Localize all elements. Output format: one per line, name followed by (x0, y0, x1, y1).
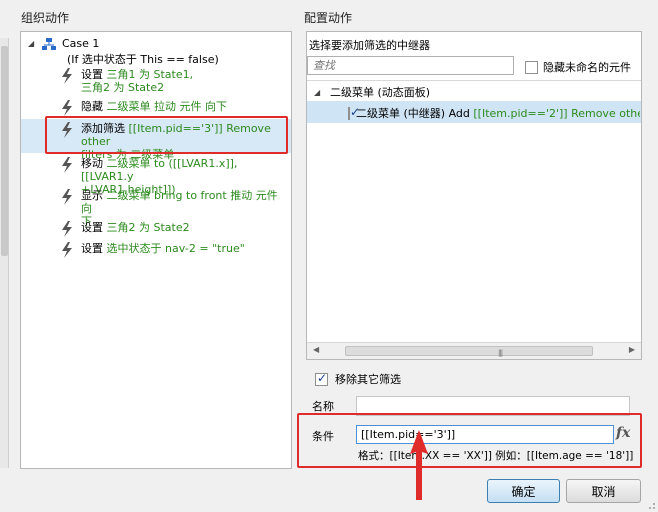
repeater-select-title: 选择要添加筛选的中继器 (309, 39, 430, 52)
tree-child-row[interactable]: 二级菜单 (中继器) Add [[Item.pid=='2']] Remove … (348, 105, 640, 121)
action-verb: 设置 (81, 221, 107, 234)
collapse-arrow-icon[interactable]: ◢ (314, 88, 322, 97)
action-verb: 移动 (81, 157, 107, 170)
resize-grip-icon[interactable] (646, 500, 656, 510)
annotation-arrow (410, 430, 428, 500)
action-detail: 二级菜单 拉动 元件 向下 (106, 100, 228, 113)
action-set-selected[interactable]: 设置 选中状态于 nav-2 = "true" (60, 242, 281, 258)
action-verb: 隐藏 (81, 100, 107, 113)
left-section-title: 组织动作 (21, 11, 70, 25)
tree-child-label: 二级菜单 (中继器) Add (356, 107, 474, 120)
action-hide-menu[interactable]: 隐藏 二级菜单 拉动 元件 向下 (60, 100, 281, 116)
ok-button[interactable]: 确定 (487, 479, 560, 503)
action-detail-2: 三角2 为 State2 (81, 81, 165, 94)
case-label: Case 1 (62, 37, 100, 50)
action-bolt-icon (62, 157, 72, 173)
action-set-triangle2[interactable]: 设置 三角2 为 State2 (60, 221, 281, 237)
name-label: 名称 (312, 400, 334, 413)
action-detail: 选中状态于 nav-2 = "true" (106, 242, 245, 255)
remove-other-label: 移除其它筛选 (335, 373, 401, 386)
case-row[interactable]: ◢ Case 1 (28, 37, 99, 50)
remove-other-toggle[interactable]: 移除其它筛选 (315, 371, 401, 387)
case-icon (42, 37, 56, 50)
tree-child-detail: [[Item.pid=='2']] Remove other filt (473, 107, 640, 120)
action-verb: 设置 (81, 68, 107, 81)
scroll-left-icon[interactable]: ◀ (313, 345, 319, 354)
highlight-box-action (45, 116, 288, 154)
remove-other-checkbox[interactable] (315, 371, 328, 386)
action-set-triangle[interactable]: 设置 三角1 为 State1, 三角2 为 State2 (60, 68, 281, 94)
action-detail: 三角1 为 State1, (106, 68, 194, 81)
left-edge-scrollbar[interactable] (0, 38, 9, 468)
hide-unnamed-checkbox[interactable] (525, 60, 538, 74)
condition-label: 条件 (312, 430, 334, 443)
condition-input[interactable]: [[Item.pid=='3']] (356, 425, 614, 444)
repeater-checkbox[interactable] (348, 105, 360, 120)
case-condition: (If 选中状态于 This == false) (67, 53, 219, 66)
action-bolt-icon (62, 68, 72, 84)
format-hint: 格式：[[Item.XX == 'XX']] 例如：[[Item.age == … (358, 450, 634, 462)
search-input[interactable] (307, 56, 514, 75)
collapse-arrow-icon[interactable]: ◢ (28, 39, 36, 48)
horizontal-scrollbar[interactable]: ◀ ||| ▶ (307, 342, 641, 359)
action-bolt-icon (62, 221, 72, 237)
cancel-button[interactable]: 取消 (566, 479, 641, 503)
action-detail: 二级菜单 bring to front 推动 元件 向 (81, 189, 278, 215)
fx-button[interactable]: fx (616, 425, 630, 441)
scroll-right-icon[interactable]: ▶ (629, 345, 635, 354)
hide-unnamed-toggle[interactable]: 隐藏未命名的元件 (525, 59, 631, 75)
action-verb: 设置 (81, 242, 107, 255)
action-detail: 三角2 为 State2 (106, 221, 190, 234)
tree-parent-row[interactable]: ◢ 二级菜单 (动态面板) (314, 84, 430, 100)
hide-unnamed-label: 隐藏未命名的元件 (543, 61, 631, 74)
action-bolt-icon (62, 100, 72, 116)
tree-parent-label: 二级菜单 (动态面板) (330, 86, 431, 99)
scroll-thumb[interactable]: ||| (345, 346, 593, 357)
right-section-title: 配置动作 (304, 11, 353, 25)
action-bolt-icon (62, 242, 72, 258)
action-verb: 显示 (81, 189, 107, 202)
action-bolt-icon (62, 189, 72, 205)
